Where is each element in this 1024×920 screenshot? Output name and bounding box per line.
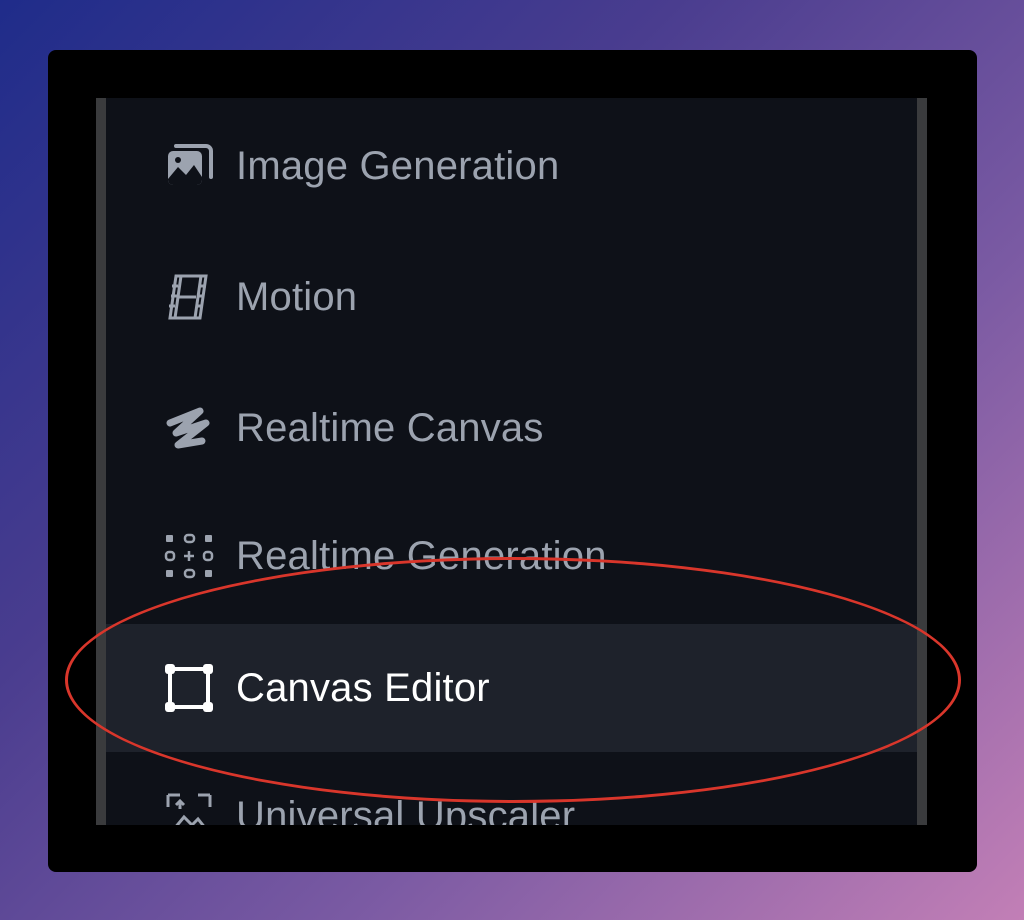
film-icon [162, 270, 216, 324]
panel-right-border [917, 98, 927, 825]
sidebar-item-realtime-generation[interactable]: Realtime Generation [106, 492, 917, 620]
sidebar-item-canvas-editor[interactable]: Canvas Editor [106, 624, 917, 752]
sidebar-item-realtime-canvas[interactable]: Realtime Canvas [106, 364, 917, 492]
sidebar-item-label: Universal Upscaler [236, 793, 576, 826]
sidebar-item-universal-upscaler[interactable]: Universal Upscaler [106, 752, 917, 825]
sidebar-item-label: Realtime Generation [236, 533, 607, 578]
dots-grid-icon [162, 529, 216, 583]
sidebar-item-image-generation[interactable]: Image Generation [106, 102, 917, 230]
sidebar-item-label: Motion [236, 274, 358, 319]
panel-left-border [96, 98, 106, 825]
sidebar-panel: Image Generation Motion Realtime Canvas [96, 98, 927, 825]
sidebar-item-label: Realtime Canvas [236, 405, 544, 450]
image-stack-icon [162, 139, 216, 193]
brush-stroke-icon [162, 401, 216, 455]
upscale-image-icon [162, 789, 216, 825]
sidebar-item-label: Canvas Editor [236, 665, 490, 710]
sidebar-item-motion[interactable]: Motion [106, 233, 917, 361]
transform-frame-icon [162, 661, 216, 715]
sidebar-item-label: Image Generation [236, 143, 560, 188]
